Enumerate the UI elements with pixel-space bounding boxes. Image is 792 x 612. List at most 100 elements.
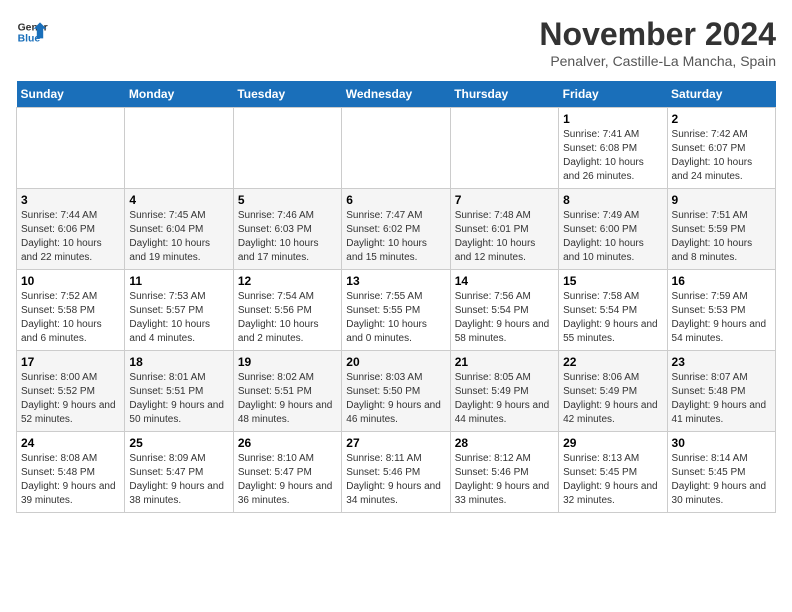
calendar-cell: 22 Sunrise: 8:06 AMSunset: 5:49 PMDayligh…	[559, 351, 667, 432]
day-number: 25	[129, 436, 228, 450]
day-info: Sunrise: 8:11 AMSunset: 5:46 PMDaylight:…	[346, 452, 445, 508]
day-number: 18	[129, 355, 228, 369]
day-info: Sunrise: 7:54 AMSunset: 5:56 PMDaylight:…	[238, 290, 337, 346]
day-number: 15	[563, 274, 662, 288]
day-number: 20	[346, 355, 445, 369]
day-number: 11	[129, 274, 228, 288]
calendar-cell: 1Sunrise: 7:41 AMSunset: 6:08 PMDaylight…	[559, 108, 667, 189]
calendar-cell: 7 Sunrise: 7:48 AMSunset: 6:01 PMDaylight…	[450, 189, 558, 270]
day-number: 9	[672, 193, 771, 207]
calendar-cell: 26 Sunrise: 8:10 AMSunset: 5:47 PMDayligh…	[233, 432, 341, 513]
day-info: Sunrise: 8:10 AMSunset: 5:47 PMDaylight:…	[238, 452, 337, 508]
calendar-cell: 10 Sunrise: 7:52 AMSunset: 5:58 PMDayligh…	[17, 270, 125, 351]
day-number: 27	[346, 436, 445, 450]
calendar-week-row: 3 Sunrise: 7:44 AMSunset: 6:06 PMDaylight…	[17, 189, 776, 270]
day-info: Sunrise: 8:05 AMSunset: 5:49 PMDaylight:…	[455, 371, 554, 427]
calendar-cell: 13 Sunrise: 7:55 AMSunset: 5:55 PMDayligh…	[342, 270, 450, 351]
day-number: 2	[672, 112, 771, 126]
calendar-cell: 28 Sunrise: 8:12 AMSunset: 5:46 PMDayligh…	[450, 432, 558, 513]
calendar-week-row: 24 Sunrise: 8:08 AMSunset: 5:48 PMDayligh…	[17, 432, 776, 513]
day-info: Sunrise: 8:02 AMSunset: 5:51 PMDaylight:…	[238, 371, 337, 427]
day-number: 28	[455, 436, 554, 450]
calendar-cell: 18 Sunrise: 8:01 AMSunset: 5:51 PMDayligh…	[125, 351, 233, 432]
calendar-cell: 21 Sunrise: 8:05 AMSunset: 5:49 PMDayligh…	[450, 351, 558, 432]
day-number: 29	[563, 436, 662, 450]
calendar-week-row: 1Sunrise: 7:41 AMSunset: 6:08 PMDaylight…	[17, 108, 776, 189]
day-number: 26	[238, 436, 337, 450]
page-header: General Blue November 2024 Penalver, Cas…	[16, 16, 776, 69]
calendar-cell: 2 Sunrise: 7:42 AMSunset: 6:07 PMDaylight…	[667, 108, 775, 189]
day-info: Sunrise: 7:42 AMSunset: 6:07 PMDaylight:…	[672, 128, 771, 184]
month-title: November 2024	[539, 16, 776, 53]
day-info: Sunrise: 7:44 AMSunset: 6:06 PMDaylight:…	[21, 209, 120, 265]
day-info: Sunrise: 8:14 AMSunset: 5:45 PMDaylight:…	[672, 452, 771, 508]
day-number: 22	[563, 355, 662, 369]
calendar-cell: 3 Sunrise: 7:44 AMSunset: 6:06 PMDaylight…	[17, 189, 125, 270]
day-info: Sunrise: 8:08 AMSunset: 5:48 PMDaylight:…	[21, 452, 120, 508]
day-number: 6	[346, 193, 445, 207]
day-number: 14	[455, 274, 554, 288]
calendar-cell	[342, 108, 450, 189]
day-number: 17	[21, 355, 120, 369]
calendar-week-row: 10 Sunrise: 7:52 AMSunset: 5:58 PMDayligh…	[17, 270, 776, 351]
weekday-header: Tuesday	[233, 81, 341, 108]
day-number: 13	[346, 274, 445, 288]
calendar-cell: 30 Sunrise: 8:14 AMSunset: 5:45 PMDayligh…	[667, 432, 775, 513]
calendar-cell	[17, 108, 125, 189]
weekday-header: Thursday	[450, 81, 558, 108]
day-number: 21	[455, 355, 554, 369]
calendar-cell: 24 Sunrise: 8:08 AMSunset: 5:48 PMDayligh…	[17, 432, 125, 513]
calendar-cell: 12 Sunrise: 7:54 AMSunset: 5:56 PMDayligh…	[233, 270, 341, 351]
calendar-cell: 19 Sunrise: 8:02 AMSunset: 5:51 PMDayligh…	[233, 351, 341, 432]
day-number: 23	[672, 355, 771, 369]
day-info: Sunrise: 7:55 AMSunset: 5:55 PMDaylight:…	[346, 290, 445, 346]
day-number: 8	[563, 193, 662, 207]
day-info: Sunrise: 8:07 AMSunset: 5:48 PMDaylight:…	[672, 371, 771, 427]
day-info: Sunrise: 7:53 AMSunset: 5:57 PMDaylight:…	[129, 290, 228, 346]
calendar-cell: 29 Sunrise: 8:13 AMSunset: 5:45 PMDayligh…	[559, 432, 667, 513]
calendar-cell: 17 Sunrise: 8:00 AMSunset: 5:52 PMDayligh…	[17, 351, 125, 432]
day-number: 19	[238, 355, 337, 369]
day-info: Sunrise: 7:48 AMSunset: 6:01 PMDaylight:…	[455, 209, 554, 265]
day-info: Sunrise: 7:47 AMSunset: 6:02 PMDaylight:…	[346, 209, 445, 265]
calendar-table: SundayMondayTuesdayWednesdayThursdayFrid…	[16, 81, 776, 513]
weekday-header-row: SundayMondayTuesdayWednesdayThursdayFrid…	[17, 81, 776, 108]
day-number: 7	[455, 193, 554, 207]
day-number: 4	[129, 193, 228, 207]
weekday-header: Wednesday	[342, 81, 450, 108]
calendar-cell: 20 Sunrise: 8:03 AMSunset: 5:50 PMDayligh…	[342, 351, 450, 432]
day-info: Sunrise: 7:59 AMSunset: 5:53 PMDaylight:…	[672, 290, 771, 346]
location-title: Penalver, Castille-La Mancha, Spain	[539, 53, 776, 69]
day-number: 16	[672, 274, 771, 288]
day-number: 5	[238, 193, 337, 207]
day-number: 24	[21, 436, 120, 450]
calendar-cell: 14 Sunrise: 7:56 AMSunset: 5:54 PMDayligh…	[450, 270, 558, 351]
day-info: Sunrise: 7:58 AMSunset: 5:54 PMDaylight:…	[563, 290, 662, 346]
title-area: November 2024 Penalver, Castille-La Manc…	[539, 16, 776, 69]
day-info: Sunrise: 8:00 AMSunset: 5:52 PMDaylight:…	[21, 371, 120, 427]
day-info: Sunrise: 8:03 AMSunset: 5:50 PMDaylight:…	[346, 371, 445, 427]
day-number: 3	[21, 193, 120, 207]
day-info: Sunrise: 7:56 AMSunset: 5:54 PMDaylight:…	[455, 290, 554, 346]
day-info: Sunrise: 7:52 AMSunset: 5:58 PMDaylight:…	[21, 290, 120, 346]
day-info: Sunrise: 7:41 AMSunset: 6:08 PMDaylight:…	[563, 128, 662, 184]
calendar-cell: 5Sunrise: 7:46 AMSunset: 6:03 PMDaylight…	[233, 189, 341, 270]
weekday-header: Saturday	[667, 81, 775, 108]
calendar-cell	[125, 108, 233, 189]
calendar-cell: 25 Sunrise: 8:09 AMSunset: 5:47 PMDayligh…	[125, 432, 233, 513]
day-number: 30	[672, 436, 771, 450]
weekday-header: Monday	[125, 81, 233, 108]
day-info: Sunrise: 8:12 AMSunset: 5:46 PMDaylight:…	[455, 452, 554, 508]
calendar-cell: 9 Sunrise: 7:51 AMSunset: 5:59 PMDaylight…	[667, 189, 775, 270]
day-number: 10	[21, 274, 120, 288]
day-info: Sunrise: 8:09 AMSunset: 5:47 PMDaylight:…	[129, 452, 228, 508]
day-info: Sunrise: 8:01 AMSunset: 5:51 PMDaylight:…	[129, 371, 228, 427]
calendar-cell: 4Sunrise: 7:45 AMSunset: 6:04 PMDaylight…	[125, 189, 233, 270]
day-info: Sunrise: 8:06 AMSunset: 5:49 PMDaylight:…	[563, 371, 662, 427]
weekday-header: Friday	[559, 81, 667, 108]
day-number: 12	[238, 274, 337, 288]
logo: General Blue	[16, 16, 48, 48]
logo-icon: General Blue	[16, 16, 48, 48]
day-info: Sunrise: 8:13 AMSunset: 5:45 PMDaylight:…	[563, 452, 662, 508]
day-info: Sunrise: 7:51 AMSunset: 5:59 PMDaylight:…	[672, 209, 771, 265]
